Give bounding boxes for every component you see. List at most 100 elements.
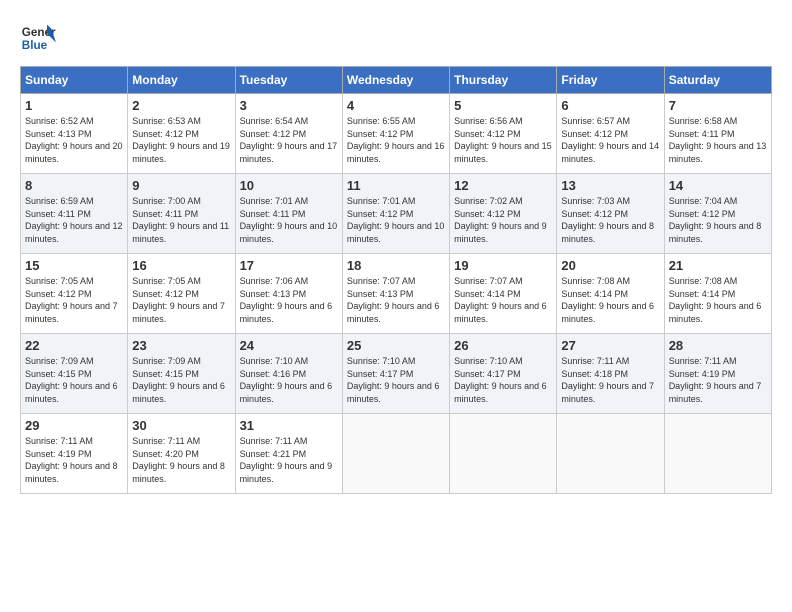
calendar-cell <box>450 414 557 494</box>
calendar-cell: 13 Sunrise: 7:03 AMSunset: 4:12 PMDaylig… <box>557 174 664 254</box>
day-info: Sunrise: 7:08 AMSunset: 4:14 PMDaylight:… <box>561 276 654 324</box>
calendar-cell: 22 Sunrise: 7:09 AMSunset: 4:15 PMDaylig… <box>21 334 128 414</box>
calendar-cell: 6 Sunrise: 6:57 AMSunset: 4:12 PMDayligh… <box>557 94 664 174</box>
svg-text:Blue: Blue <box>22 39 48 52</box>
day-number: 4 <box>347 98 445 113</box>
day-number: 7 <box>669 98 767 113</box>
day-info: Sunrise: 7:10 AMSunset: 4:17 PMDaylight:… <box>454 356 547 404</box>
day-number: 2 <box>132 98 230 113</box>
calendar-week: 8 Sunrise: 6:59 AMSunset: 4:11 PMDayligh… <box>21 174 772 254</box>
day-info: Sunrise: 7:10 AMSunset: 4:17 PMDaylight:… <box>347 356 440 404</box>
day-number: 25 <box>347 338 445 353</box>
day-info: Sunrise: 7:10 AMSunset: 4:16 PMDaylight:… <box>240 356 333 404</box>
calendar-cell: 19 Sunrise: 7:07 AMSunset: 4:14 PMDaylig… <box>450 254 557 334</box>
day-number: 29 <box>25 418 123 433</box>
day-info: Sunrise: 7:05 AMSunset: 4:12 PMDaylight:… <box>25 276 118 324</box>
day-number: 28 <box>669 338 767 353</box>
day-number: 31 <box>240 418 338 433</box>
calendar-cell <box>664 414 771 494</box>
day-number: 3 <box>240 98 338 113</box>
calendar-cell: 14 Sunrise: 7:04 AMSunset: 4:12 PMDaylig… <box>664 174 771 254</box>
day-info: Sunrise: 6:57 AMSunset: 4:12 PMDaylight:… <box>561 116 659 164</box>
day-info: Sunrise: 7:07 AMSunset: 4:14 PMDaylight:… <box>454 276 547 324</box>
day-number: 19 <box>454 258 552 273</box>
days-of-week-row: SundayMondayTuesdayWednesdayThursdayFrid… <box>21 67 772 94</box>
day-info: Sunrise: 7:05 AMSunset: 4:12 PMDaylight:… <box>132 276 225 324</box>
calendar-cell: 4 Sunrise: 6:55 AMSunset: 4:12 PMDayligh… <box>342 94 449 174</box>
day-number: 14 <box>669 178 767 193</box>
calendar-cell: 16 Sunrise: 7:05 AMSunset: 4:12 PMDaylig… <box>128 254 235 334</box>
day-number: 10 <box>240 178 338 193</box>
day-number: 9 <box>132 178 230 193</box>
calendar-week: 29 Sunrise: 7:11 AMSunset: 4:19 PMDaylig… <box>21 414 772 494</box>
day-number: 16 <box>132 258 230 273</box>
day-number: 30 <box>132 418 230 433</box>
day-number: 21 <box>669 258 767 273</box>
day-number: 23 <box>132 338 230 353</box>
dow-header: Thursday <box>450 67 557 94</box>
dow-header: Monday <box>128 67 235 94</box>
calendar-cell: 27 Sunrise: 7:11 AMSunset: 4:18 PMDaylig… <box>557 334 664 414</box>
calendar-cell: 31 Sunrise: 7:11 AMSunset: 4:21 PMDaylig… <box>235 414 342 494</box>
day-info: Sunrise: 6:52 AMSunset: 4:13 PMDaylight:… <box>25 116 123 164</box>
day-info: Sunrise: 7:11 AMSunset: 4:21 PMDaylight:… <box>240 436 333 484</box>
calendar-cell: 15 Sunrise: 7:05 AMSunset: 4:12 PMDaylig… <box>21 254 128 334</box>
calendar-cell: 30 Sunrise: 7:11 AMSunset: 4:20 PMDaylig… <box>128 414 235 494</box>
calendar-cell: 17 Sunrise: 7:06 AMSunset: 4:13 PMDaylig… <box>235 254 342 334</box>
day-number: 13 <box>561 178 659 193</box>
calendar-cell: 23 Sunrise: 7:09 AMSunset: 4:15 PMDaylig… <box>128 334 235 414</box>
day-number: 26 <box>454 338 552 353</box>
dow-header: Tuesday <box>235 67 342 94</box>
day-info: Sunrise: 7:11 AMSunset: 4:19 PMDaylight:… <box>25 436 118 484</box>
day-number: 6 <box>561 98 659 113</box>
day-number: 27 <box>561 338 659 353</box>
day-number: 22 <box>25 338 123 353</box>
calendar-cell: 25 Sunrise: 7:10 AMSunset: 4:17 PMDaylig… <box>342 334 449 414</box>
logo-icon: General Blue <box>20 20 56 56</box>
day-info: Sunrise: 7:11 AMSunset: 4:19 PMDaylight:… <box>669 356 762 404</box>
calendar-cell: 10 Sunrise: 7:01 AMSunset: 4:11 PMDaylig… <box>235 174 342 254</box>
calendar-cell: 8 Sunrise: 6:59 AMSunset: 4:11 PMDayligh… <box>21 174 128 254</box>
calendar-cell <box>342 414 449 494</box>
calendar-cell: 7 Sunrise: 6:58 AMSunset: 4:11 PMDayligh… <box>664 94 771 174</box>
day-info: Sunrise: 7:11 AMSunset: 4:20 PMDaylight:… <box>132 436 225 484</box>
dow-header: Saturday <box>664 67 771 94</box>
day-info: Sunrise: 6:53 AMSunset: 4:12 PMDaylight:… <box>132 116 230 164</box>
day-number: 17 <box>240 258 338 273</box>
calendar-cell: 11 Sunrise: 7:01 AMSunset: 4:12 PMDaylig… <box>342 174 449 254</box>
day-number: 8 <box>25 178 123 193</box>
day-number: 18 <box>347 258 445 273</box>
day-info: Sunrise: 7:06 AMSunset: 4:13 PMDaylight:… <box>240 276 333 324</box>
calendar-cell <box>557 414 664 494</box>
calendar-week: 15 Sunrise: 7:05 AMSunset: 4:12 PMDaylig… <box>21 254 772 334</box>
day-info: Sunrise: 7:09 AMSunset: 4:15 PMDaylight:… <box>25 356 118 404</box>
dow-header: Sunday <box>21 67 128 94</box>
day-number: 12 <box>454 178 552 193</box>
calendar-cell: 24 Sunrise: 7:10 AMSunset: 4:16 PMDaylig… <box>235 334 342 414</box>
day-info: Sunrise: 7:02 AMSunset: 4:12 PMDaylight:… <box>454 196 547 244</box>
calendar-cell: 18 Sunrise: 7:07 AMSunset: 4:13 PMDaylig… <box>342 254 449 334</box>
day-info: Sunrise: 7:01 AMSunset: 4:11 PMDaylight:… <box>240 196 338 244</box>
calendar-header: SundayMondayTuesdayWednesdayThursdayFrid… <box>21 67 772 94</box>
day-info: Sunrise: 6:59 AMSunset: 4:11 PMDaylight:… <box>25 196 123 244</box>
day-info: Sunrise: 7:04 AMSunset: 4:12 PMDaylight:… <box>669 196 762 244</box>
calendar-cell: 5 Sunrise: 6:56 AMSunset: 4:12 PMDayligh… <box>450 94 557 174</box>
page-header: General Blue <box>20 20 772 56</box>
day-info: Sunrise: 7:07 AMSunset: 4:13 PMDaylight:… <box>347 276 440 324</box>
calendar-cell: 12 Sunrise: 7:02 AMSunset: 4:12 PMDaylig… <box>450 174 557 254</box>
calendar-cell: 9 Sunrise: 7:00 AMSunset: 4:11 PMDayligh… <box>128 174 235 254</box>
day-number: 5 <box>454 98 552 113</box>
calendar-body: 1 Sunrise: 6:52 AMSunset: 4:13 PMDayligh… <box>21 94 772 494</box>
day-info: Sunrise: 7:08 AMSunset: 4:14 PMDaylight:… <box>669 276 762 324</box>
calendar-cell: 21 Sunrise: 7:08 AMSunset: 4:14 PMDaylig… <box>664 254 771 334</box>
calendar-cell: 1 Sunrise: 6:52 AMSunset: 4:13 PMDayligh… <box>21 94 128 174</box>
day-info: Sunrise: 7:11 AMSunset: 4:18 PMDaylight:… <box>561 356 654 404</box>
logo: General Blue <box>20 20 56 56</box>
day-number: 11 <box>347 178 445 193</box>
dow-header: Friday <box>557 67 664 94</box>
day-info: Sunrise: 7:00 AMSunset: 4:11 PMDaylight:… <box>132 196 229 244</box>
calendar-week: 1 Sunrise: 6:52 AMSunset: 4:13 PMDayligh… <box>21 94 772 174</box>
day-number: 24 <box>240 338 338 353</box>
day-number: 1 <box>25 98 123 113</box>
calendar-table: SundayMondayTuesdayWednesdayThursdayFrid… <box>20 66 772 494</box>
